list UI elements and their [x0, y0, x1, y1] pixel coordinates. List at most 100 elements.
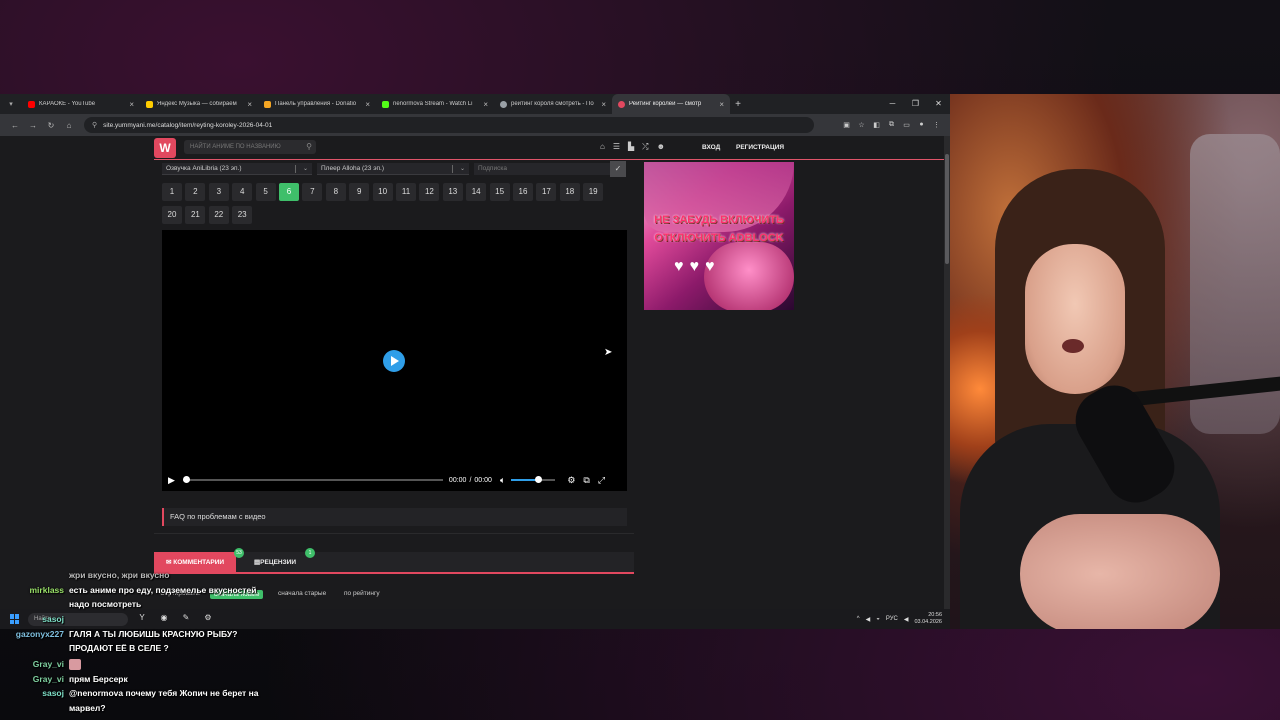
episode-button[interactable]: 2 [185, 183, 206, 201]
episode-button[interactable]: 19 [583, 183, 604, 201]
login-link[interactable]: ВХОД [702, 144, 720, 151]
chevron-down-icon: ⌄ [459, 166, 465, 172]
episode-button[interactable]: 23 [232, 206, 253, 224]
tab-reyting-koroley[interactable]: Рейтинг королей — смотр × [612, 94, 730, 114]
faq-link[interactable]: FAQ по проблемам с видео [162, 508, 627, 526]
sort-rating[interactable]: по рейтингу [344, 590, 380, 597]
bookmark-star-icon[interactable]: ☆ [854, 121, 869, 129]
banner-text-line2: ОТКЛЮЧИТЬ ADBLOCK [654, 232, 784, 244]
tab-yandex-music[interactable]: Яндекс Музыка — собираем × [140, 94, 258, 114]
menu-dots-icon[interactable]: ⋮ [929, 121, 944, 129]
adblock-banner[interactable]: НЕ ЗАБУДЬ ВКЛЮЧИТЬ ОТКЛЮЧИТЬ ADBLOCK ♥♥♥ [644, 162, 794, 310]
volume-tray-icon[interactable]: ◀ [904, 616, 909, 623]
subtitle-input[interactable]: Подписка [474, 163, 612, 175]
episode-button[interactable]: 13 [442, 183, 463, 201]
home-icon[interactable]: ⌂ [600, 142, 605, 152]
url-field[interactable]: ⚲ site.yummyani.me/catalog/item/reyting-… [84, 117, 814, 133]
episode-button[interactable]: 1 [162, 183, 182, 201]
episode-button[interactable]: 15 [489, 183, 510, 201]
chevron-up-icon[interactable]: ^ [857, 616, 860, 622]
sidebar-icon[interactable]: ▭ [899, 121, 914, 129]
new-tab-button[interactable]: + [730, 99, 746, 110]
tab-donation[interactable]: Панель управления - Donatio × [258, 94, 376, 114]
episode-button[interactable]: 14 [466, 183, 487, 201]
play-button[interactable] [383, 350, 405, 372]
scroll-thumb[interactable] [945, 154, 949, 264]
profile-icon[interactable]: ● [914, 121, 929, 129]
anime-search-input[interactable]: НАЙТИ АНИМЕ ПО НАЗВАНИЮ ⚲ [184, 140, 316, 154]
speaker-icon[interactable]: ◀ [866, 616, 871, 623]
banner-text-line1: НЕ ЗАБУДЬ ВКЛЮЧИТЬ [654, 214, 784, 226]
seek-bar[interactable] [182, 476, 443, 483]
volume-handle[interactable] [534, 476, 542, 483]
player-select-value: Плеер Alloha (23 эп.) [321, 165, 384, 172]
close-icon[interactable]: × [601, 100, 606, 109]
users-icon[interactable]: ☻ [657, 142, 665, 152]
chat-nick: sasoj [42, 614, 64, 624]
episode-button[interactable]: 17 [536, 183, 557, 201]
maximize-icon[interactable]: ❐ [904, 94, 927, 114]
close-icon[interactable]: × [129, 100, 134, 109]
seek-handle[interactable] [182, 476, 190, 483]
tab-title: Панель управления - Donatio [275, 101, 357, 107]
tab-bar: ▾ КАРАОКЕ - YouTube × Яндекс Музыка — со… [0, 94, 950, 114]
minimize-icon[interactable]: ─ [881, 94, 904, 114]
reload-icon[interactable]: ↻ [42, 121, 60, 130]
episode-button[interactable]: 3 [208, 183, 229, 201]
episode-button[interactable]: 8 [325, 183, 346, 201]
episode-button[interactable]: 16 [513, 183, 533, 201]
register-link[interactable]: РЕГИСТРАЦИЯ [736, 144, 784, 151]
check-icon[interactable]: ✓ [610, 161, 626, 177]
chat-text: прям Берсерк [69, 674, 128, 684]
episode-button[interactable]: 11 [396, 183, 416, 201]
home-icon[interactable]: ⌂ [60, 121, 78, 130]
close-icon[interactable]: × [247, 100, 252, 109]
fullscreen-icon[interactable]: ⤢ [598, 475, 605, 486]
episode-button[interactable]: 7 [302, 183, 323, 201]
video-player[interactable]: ➤ ▶ 00:00 / 00:00 🔈︎ ⚙ ⧉ ⤢ [162, 230, 627, 491]
extensions-puzzle-icon[interactable]: ⧉ [884, 121, 899, 129]
volume-icon[interactable]: 🔈︎ [500, 475, 505, 486]
episode-button[interactable]: 22 [208, 206, 229, 224]
catalog-list-icon[interactable]: ☰ [613, 142, 620, 152]
play-icon[interactable]: ▶ [168, 475, 175, 486]
forward-icon[interactable]: → [24, 121, 42, 130]
episode-button[interactable]: 18 [559, 183, 580, 201]
episode-button[interactable]: 9 [349, 183, 370, 201]
popout-icon[interactable]: ⧉ [583, 475, 589, 486]
site-info-icon[interactable]: ⚲ [92, 121, 97, 129]
settings-gear-icon[interactable]: ⚙ [567, 475, 575, 486]
mouse-cursor-icon: ➤ [604, 347, 613, 358]
top-icon[interactable]: ▙ [628, 142, 634, 152]
episode-button[interactable]: 12 [419, 183, 440, 201]
close-icon[interactable]: × [483, 100, 488, 109]
site-logo[interactable]: W [154, 138, 176, 158]
url-text: site.yummyani.me/catalog/item/reyting-ko… [103, 121, 273, 129]
episode-button-active[interactable]: 6 [279, 183, 299, 201]
close-icon[interactable]: × [365, 100, 370, 109]
episode-button[interactable]: 4 [232, 183, 253, 201]
extension-icon[interactable]: ◧ [869, 121, 884, 129]
language-indicator[interactable]: РУС [886, 616, 898, 622]
search-icon[interactable]: ⚲ [306, 140, 312, 154]
episode-button[interactable]: 20 [162, 206, 182, 224]
clock[interactable]: 20:56 03.04.2026 [914, 612, 942, 626]
close-icon[interactable]: × [719, 100, 724, 109]
network-icon[interactable]: ◒ [876, 616, 880, 622]
cast-icon[interactable]: ▣ [839, 121, 854, 129]
episode-button[interactable]: 5 [255, 183, 276, 201]
clock-time: 20:56 [928, 612, 942, 618]
close-window-icon[interactable]: ✕ [927, 94, 950, 114]
back-icon[interactable]: ← [6, 121, 24, 130]
player-select[interactable]: Плеер Alloha (23 эп.) ⌄ [317, 163, 469, 175]
episode-button[interactable]: 21 [185, 206, 206, 224]
tab-google-search[interactable]: рейтинг короля смотреть - По × [494, 94, 612, 114]
random-shuffle-icon[interactable]: ⤮ [642, 142, 648, 152]
volume-slider[interactable] [511, 476, 556, 483]
tab-youtube[interactable]: КАРАОКЕ - YouTube × [22, 94, 140, 114]
voice-select[interactable]: Озвучка AniLibria (23 эп.) ⌄ [162, 163, 312, 175]
episode-button[interactable]: 10 [372, 183, 393, 201]
select-divider [295, 165, 296, 173]
tab-kick[interactable]: nenormova Stream - Watch Li × [376, 94, 494, 114]
tab-search-icon[interactable]: ▾ [0, 94, 22, 114]
